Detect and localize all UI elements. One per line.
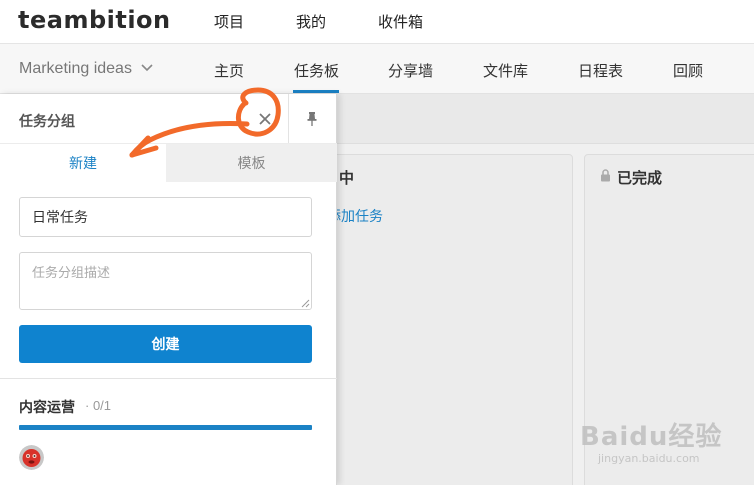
nav-projects[interactable]: 项目	[214, 11, 244, 32]
column-title: 已完成	[617, 170, 663, 187]
create-button[interactable]: 创建	[19, 325, 312, 363]
task-group-progress	[19, 425, 312, 430]
tab-taskboard[interactable]: 任务板	[294, 60, 339, 81]
group-name-input[interactable]	[19, 197, 312, 237]
tab-sharewall[interactable]: 分享墙	[388, 60, 433, 81]
task-group-panel: 任务分组 新建 模板 创建 内容运营 · 0/1	[0, 94, 337, 485]
column-title: 中	[339, 170, 355, 187]
resize-handle-icon[interactable]	[301, 299, 310, 308]
watermark-url: jingyan.baidu.com	[598, 452, 700, 465]
board-column-in-progress: 中 添加任务	[300, 154, 573, 485]
pin-icon[interactable]	[302, 109, 322, 129]
lock-icon	[601, 169, 610, 182]
header-divider	[288, 94, 289, 144]
top-navbar: teambition 项目 我的 收件箱	[0, 0, 754, 44]
progress-fill	[19, 425, 312, 430]
watermark-logo: Baidu经验	[580, 422, 723, 452]
chevron-down-icon[interactable]	[141, 62, 153, 74]
group-description-input[interactable]	[19, 252, 312, 310]
active-tab-indicator	[293, 90, 339, 93]
board-toolbar	[337, 94, 754, 144]
project-name[interactable]: Marketing ideas	[19, 60, 132, 78]
tab-home[interactable]: 主页	[214, 60, 244, 81]
app-logo[interactable]: teambition	[18, 6, 171, 34]
nav-mine[interactable]: 我的	[296, 11, 326, 32]
close-icon[interactable]	[254, 108, 276, 130]
tab-template[interactable]: 模板	[166, 144, 337, 182]
panel-title: 任务分组	[19, 113, 75, 129]
watermark: Baidu经验 jingyan.baidu.com	[580, 402, 750, 472]
tab-review[interactable]: 回顾	[673, 60, 703, 81]
avatar[interactable]	[19, 445, 44, 470]
task-group-count: · 0/1	[85, 398, 112, 413]
tab-new[interactable]: 新建	[0, 144, 166, 182]
task-group-name[interactable]: 内容运营	[19, 397, 75, 417]
divider	[0, 378, 337, 379]
tab-calendar[interactable]: 日程表	[578, 60, 623, 81]
tab-files[interactable]: 文件库	[483, 60, 528, 81]
project-bar: Marketing ideas 主页 任务板 分享墙 文件库 日程表 回顾	[0, 44, 754, 94]
nav-inbox[interactable]: 收件箱	[378, 11, 423, 32]
